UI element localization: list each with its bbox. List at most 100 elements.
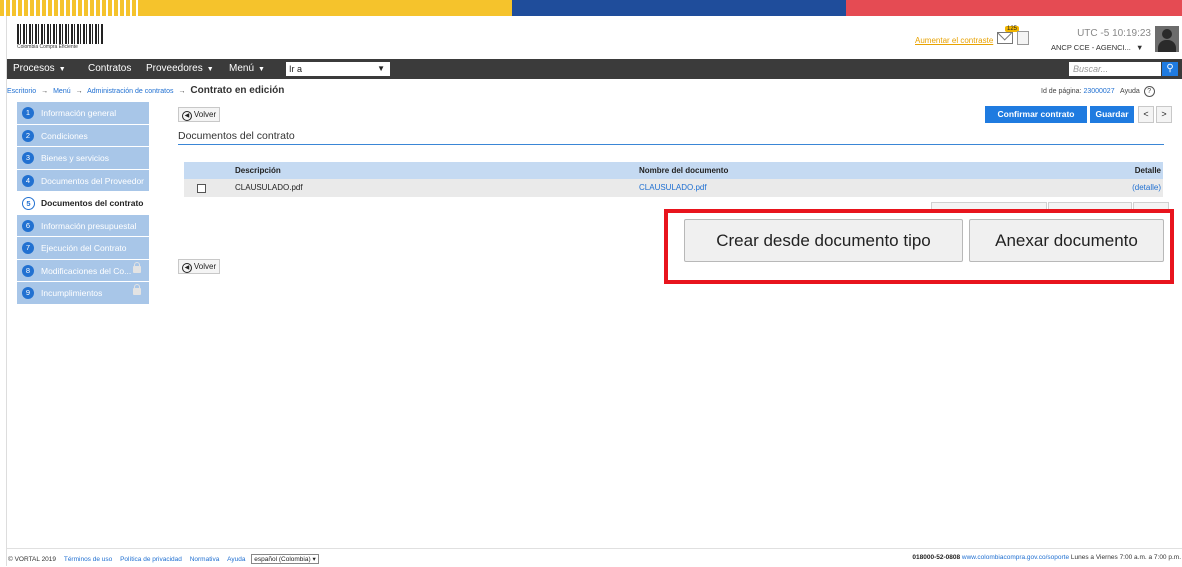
logo-text: Colombia Compra Eficiente — [17, 44, 78, 50]
next-button[interactable]: > — [1156, 106, 1172, 123]
brand-color-stripe — [0, 0, 1182, 16]
table-header-row: Descripción Nombre del documento Detalle — [184, 162, 1163, 179]
sidebar-item-ejecucion-contrato[interactable]: 7 Ejecución del Contrato — [17, 237, 149, 260]
section-title: Documentos del contrato — [178, 130, 295, 142]
main-navbar: Procesos ▼ Contratos Proveedores ▼ Menú ▼ I… — [7, 59, 1182, 79]
chevron-down-icon: ▼ — [206, 66, 214, 73]
row-checkbox[interactable] — [197, 184, 206, 193]
search-icon[interactable]: ⚲ — [1162, 62, 1178, 76]
search-input[interactable]: Buscar... — [1069, 62, 1161, 76]
sidebar-item-informacion-general[interactable]: 1 Información general — [17, 102, 149, 125]
chevron-down-icon: ▼ — [58, 66, 66, 73]
page-id-info: Id de página: 23000027 Ayuda ? — [1041, 86, 1155, 97]
support-link[interactable]: www.colombiacompra.gov.co/soporte — [962, 554, 1069, 561]
nav-procesos[interactable]: Procesos ▼ — [13, 63, 66, 74]
help-icon[interactable]: ? — [1143, 86, 1155, 97]
sidebar-item-modificaciones[interactable]: 8 Modificaciones del Co... — [17, 259, 149, 282]
chevron-down-icon: ▼ — [377, 64, 385, 73]
contrast-link[interactable]: Aumentar el contraste — [915, 36, 993, 45]
goto-select[interactable]: Ir a ▼ — [286, 62, 390, 76]
nav-procesos-label: Procesos — [13, 63, 55, 74]
footer-right: 018000-52-0808 www.colombiacompra.gov.co… — [912, 554, 1181, 561]
step-number: 5 — [22, 197, 35, 210]
page-id-value: 23000027 — [1083, 88, 1115, 95]
sidebar-item-bienes-servicios[interactable]: 3 Bienes y servicios — [17, 147, 149, 170]
regulations-link[interactable]: Normativa — [190, 556, 220, 563]
back-button-top[interactable]: ◀ Volver — [178, 107, 220, 122]
language-value: español (Colombia) — [254, 556, 311, 563]
app-window: Colombia Compra Eficiente Aumentar el co… — [6, 16, 1182, 566]
chevron-down-icon: ▼ — [1135, 43, 1144, 52]
step-number: 1 — [22, 107, 34, 119]
sidebar-item-label: Condiciones — [41, 130, 88, 141]
contract-steps-sidebar: 1 Información general 2 Condiciones 3 Bi… — [17, 102, 149, 305]
nav-contratos[interactable]: Contratos — [88, 63, 131, 74]
arrow-right-icon: → — [41, 88, 49, 95]
user-avatar[interactable] — [1155, 26, 1179, 52]
previous-button[interactable]: < — [1138, 106, 1154, 123]
step-number: 9 — [22, 287, 34, 299]
documents-table: Descripción Nombre del documento Detalle… — [184, 162, 1163, 197]
nav-menu-label: Menú — [229, 63, 255, 74]
column-header-description[interactable]: Descripción — [235, 166, 281, 175]
sidebar-item-documentos-proveedor[interactable]: 4 Documentos del Proveedor — [17, 169, 149, 192]
sidebar-item-label: Incumplimientos — [41, 288, 103, 298]
app-header: Colombia Compra Eficiente Aumentar el co… — [7, 16, 1182, 60]
sidebar-item-incumplimientos[interactable]: 9 Incumplimientos — [17, 282, 149, 305]
back-arrow-icon: ◀ — [181, 263, 192, 273]
breadcrumb-contract-admin[interactable]: Administración de contratos — [87, 88, 173, 95]
language-select[interactable]: español (Colombia) ▾ — [251, 554, 319, 564]
attach-document-button[interactable]: Anexar documento — [969, 219, 1164, 262]
colombia-compra-logo[interactable]: Colombia Compra Eficiente — [17, 24, 103, 52]
mail-icon[interactable] — [997, 32, 1013, 44]
create-from-template-button[interactable]: Crear desde documento tipo — [684, 219, 963, 262]
utc-clock: UTC -5 10:19:23 — [1077, 28, 1151, 39]
page-title: Contrato en edición — [190, 85, 285, 96]
sidebar-item-label: Ejecución del Contrato — [41, 243, 127, 253]
step-number: 6 — [22, 219, 34, 232]
sidebar-item-informacion-presupuestal[interactable]: 6 Información presupuestal — [17, 214, 149, 237]
arrow-right-icon: → — [75, 88, 83, 95]
hidden-action-buttons — [931, 202, 1171, 209]
step-number: 7 — [22, 242, 34, 254]
save-button[interactable]: Guardar — [1090, 106, 1134, 123]
step-number: 3 — [22, 152, 34, 164]
help-link[interactable]: Ayuda — [1120, 88, 1140, 95]
section-divider — [178, 144, 1164, 145]
step-number: 4 — [22, 174, 34, 187]
sidebar-item-documentos-contrato[interactable]: 5 Documentos del contrato — [17, 192, 149, 215]
goto-select-value: Ir a — [289, 64, 303, 74]
organization-menu[interactable]: ANCP CCE - AGENCI... ▼ — [1051, 43, 1143, 52]
row-detail-link[interactable]: (detalle) — [1132, 183, 1161, 192]
sidebar-item-label: Documentos del Proveedor — [41, 175, 145, 186]
sidebar-item-label: Documentos del contrato — [41, 198, 144, 208]
support-phone: 018000-52-0808 — [912, 554, 961, 561]
nav-proveedores[interactable]: Proveedores ▼ — [146, 63, 214, 74]
organization-name: ANCP CCE - AGENCI... — [1051, 43, 1131, 52]
column-header-detail: Detalle — [1134, 166, 1161, 175]
back-button-bottom[interactable]: ◀ Volver — [178, 259, 220, 274]
copyright: © VORTAL 2019 — [8, 556, 57, 563]
notes-icon[interactable] — [1017, 31, 1029, 45]
nav-proveedores-label: Proveedores — [146, 63, 203, 74]
nav-contratos-label: Contratos — [88, 63, 132, 74]
step-number: 2 — [22, 129, 34, 142]
column-header-document-name[interactable]: Nombre del documento — [639, 166, 728, 175]
back-button-label: Volver — [193, 262, 217, 271]
highlight-callout: Crear desde documento tipo Anexar docume… — [664, 209, 1174, 284]
lock-icon — [133, 261, 141, 273]
sidebar-item-label: Información general — [41, 108, 117, 118]
back-arrow-icon: ◀ — [181, 111, 192, 121]
confirm-contract-button[interactable]: Confirmar contrato — [985, 106, 1087, 123]
terms-link[interactable]: Términos de uso — [64, 556, 112, 563]
table-row: CLAUSULADO.pdf CLAUSULADO.pdf (detalle) — [184, 179, 1163, 197]
row-document-link[interactable]: CLAUSULADO.pdf — [639, 183, 707, 192]
privacy-link[interactable]: Política de privacidad — [120, 556, 182, 563]
footer-help-link[interactable]: Ayuda — [227, 556, 245, 563]
breadcrumb-escritorio[interactable]: Escritorio — [7, 88, 36, 95]
breadcrumb-menu[interactable]: Menú — [53, 88, 71, 95]
sidebar-item-label: Bienes y servicios — [41, 153, 110, 163]
chevron-down-icon: ▼ — [258, 66, 265, 73]
sidebar-item-condiciones[interactable]: 2 Condiciones — [17, 124, 149, 147]
nav-menu[interactable]: Menú ▼ — [229, 63, 265, 74]
